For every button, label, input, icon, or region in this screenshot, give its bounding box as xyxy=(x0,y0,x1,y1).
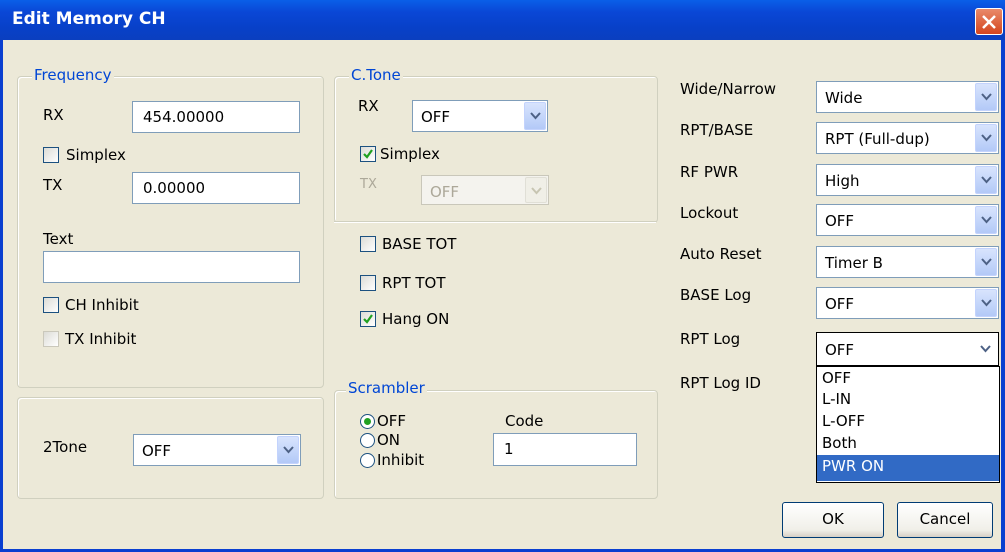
rx-frequency-input[interactable]: 454.00000 xyxy=(132,101,300,133)
hang-on-checkbox[interactable] xyxy=(360,311,376,327)
chevron-down-icon[interactable] xyxy=(975,83,997,111)
frequency-legend: Frequency xyxy=(32,66,114,84)
edit-memory-window: Edit Memory CH Frequency RX 454.00000 Si… xyxy=(0,0,1005,552)
cancel-button[interactable]: Cancel xyxy=(897,502,993,538)
ctone-tx-label: TX xyxy=(360,177,377,192)
rpt-tot-checkbox[interactable] xyxy=(360,275,376,291)
tx-inhibit-label: TX Inhibit xyxy=(65,330,137,348)
tx-inhibit-checkbox[interactable] xyxy=(43,331,59,347)
code-label: Code xyxy=(505,412,544,430)
ctone-simplex-label: Simplex xyxy=(380,145,440,163)
ch-inhibit-label: CH Inhibit xyxy=(65,296,139,314)
close-button[interactable] xyxy=(975,8,1003,35)
rpt-log-select[interactable]: OFF xyxy=(816,332,999,366)
separator xyxy=(334,221,656,223)
base-log-value: OFF xyxy=(825,295,855,313)
chevron-down-icon[interactable] xyxy=(524,102,546,130)
simplex-label: Simplex xyxy=(66,146,126,164)
rx-label: RX xyxy=(43,106,64,124)
base-log-select[interactable]: OFF xyxy=(816,287,999,319)
auto-reset-select[interactable]: Timer B xyxy=(816,246,999,278)
chevron-down-icon[interactable] xyxy=(975,206,997,234)
scrambler-inhibit-label: Inhibit xyxy=(377,451,425,469)
tx-label: TX xyxy=(43,176,63,194)
dropdown-option[interactable]: Both xyxy=(817,433,999,453)
dropdown-option[interactable]: L-OFF xyxy=(817,411,999,431)
rf-pwr-select[interactable]: High xyxy=(816,164,999,196)
scrambler-on-radio[interactable] xyxy=(360,433,375,448)
twotone-value: OFF xyxy=(142,442,172,460)
ctone-simplex-checkbox[interactable] xyxy=(360,146,376,162)
wide-narrow-value: Wide xyxy=(825,89,863,107)
rpt-log-label: RPT Log xyxy=(680,330,741,348)
chevron-down-icon[interactable] xyxy=(277,436,299,464)
chevron-down-icon[interactable] xyxy=(975,248,997,276)
lockout-value: OFF xyxy=(825,212,855,230)
chevron-down-icon[interactable] xyxy=(975,289,997,317)
dropdown-option[interactable]: OFF xyxy=(817,368,999,388)
wide-narrow-select[interactable]: Wide xyxy=(816,81,999,113)
rpt-log-dropdown-list[interactable]: OFF L-IN L-OFF Both PWR ON xyxy=(816,366,1000,483)
ctone-rx-select[interactable]: OFF xyxy=(412,100,548,132)
check-icon xyxy=(363,149,373,159)
text-label: Text xyxy=(43,230,74,248)
text-input[interactable] xyxy=(43,251,300,283)
lockout-select[interactable]: OFF xyxy=(816,204,999,236)
scrambler-on-label: ON xyxy=(377,431,401,449)
rpt-base-label: RPT/BASE xyxy=(680,121,754,139)
ch-inhibit-checkbox[interactable] xyxy=(43,297,59,313)
rpt-tot-label: RPT TOT xyxy=(382,274,446,292)
window-title: Edit Memory CH xyxy=(12,9,166,29)
rpt-base-value: RPT (Full-dup) xyxy=(825,130,930,148)
scrambler-inhibit-radio[interactable] xyxy=(360,453,375,468)
base-log-label: BASE Log xyxy=(680,286,752,304)
rf-pwr-label: RF PWR xyxy=(680,163,739,181)
base-tot-label: BASE TOT xyxy=(382,235,457,253)
auto-reset-label: Auto Reset xyxy=(680,245,762,263)
rpt-base-select[interactable]: RPT (Full-dup) xyxy=(816,122,999,154)
base-tot-checkbox[interactable] xyxy=(360,236,376,252)
chevron-down-icon[interactable] xyxy=(975,124,997,152)
dialog-client: Frequency RX 454.00000 Simplex TX 0.0000… xyxy=(3,40,1001,549)
twotone-select[interactable]: OFF xyxy=(133,434,301,466)
ctone-legend: C.Tone xyxy=(349,66,403,84)
simplex-checkbox[interactable] xyxy=(43,147,59,163)
close-icon xyxy=(982,15,996,29)
rpt-log-id-label: RPT Log ID xyxy=(680,374,761,392)
rf-pwr-value: High xyxy=(825,172,860,190)
twotone-label: 2Tone xyxy=(43,438,88,456)
ctone-tx-value: OFF xyxy=(430,183,460,201)
ctone-tx-select[interactable]: OFF xyxy=(421,175,549,205)
ctone-rx-value: OFF xyxy=(421,108,451,126)
code-input[interactable]: 1 xyxy=(493,433,637,466)
hang-on-label: Hang ON xyxy=(382,310,450,328)
ctone-rx-label: RX xyxy=(358,97,379,115)
ok-button[interactable]: OK xyxy=(782,502,884,538)
tx-frequency-input[interactable]: 0.00000 xyxy=(132,172,300,204)
rpt-log-value: OFF xyxy=(825,341,855,359)
chevron-down-icon[interactable] xyxy=(975,336,997,364)
lockout-label: Lockout xyxy=(680,204,739,222)
check-icon xyxy=(363,314,373,324)
wide-narrow-label: Wide/Narrow xyxy=(680,80,777,98)
chevron-down-icon[interactable] xyxy=(975,166,997,194)
dropdown-option-highlighted[interactable]: PWR ON xyxy=(817,455,999,481)
dropdown-option[interactable]: L-IN xyxy=(817,389,999,409)
scrambler-off-radio[interactable] xyxy=(360,414,375,429)
title-bar[interactable]: Edit Memory CH xyxy=(0,0,1005,40)
scrambler-legend: Scrambler xyxy=(346,379,427,397)
scrambler-off-label: OFF xyxy=(377,412,407,430)
chevron-down-icon xyxy=(525,177,547,203)
auto-reset-value: Timer B xyxy=(825,254,883,272)
